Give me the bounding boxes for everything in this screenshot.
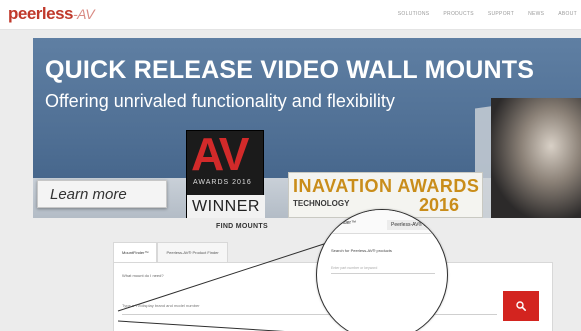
nav-item-about[interactable]: ABOUT	[558, 11, 577, 17]
av-badge-awards: AWARDS 2016	[193, 179, 252, 186]
hero-title: QUICK RELEASE VIDEO WALL MOUNTS	[45, 56, 535, 84]
search-button[interactable]	[503, 291, 539, 321]
finder-question: What mount do I need?	[122, 273, 164, 278]
logo-main: peerless	[8, 4, 74, 23]
av-awards-badge: AV AWARDS 2016 WINNER	[186, 128, 265, 218]
av-badge-letters: AV	[191, 128, 249, 180]
nav-item-products[interactable]: PRODUCTS	[443, 11, 473, 17]
tab-mountfinder[interactable]: MountFinder™	[113, 242, 158, 262]
av-badge-winner: WINNER	[187, 195, 265, 218]
search-icon	[516, 301, 526, 311]
magnifier-tabs: MountFinder™ Peerless-AV® Product	[317, 210, 447, 234]
magnifier-label: Search for Peerless-AV® products	[331, 248, 392, 253]
main-nav: SOLUTIONS PRODUCTS SUPPORT NEWS ABOUT	[398, 11, 577, 17]
hero-subtitle: Offering unrivaled functionality and fle…	[45, 91, 395, 111]
magnifier-input: Enter part number or keyword	[331, 262, 435, 274]
nav-item-news[interactable]: NEWS	[528, 11, 544, 17]
zoom-magnifier: MountFinder™ Peerless-AV® Product Search…	[316, 209, 448, 331]
nav-item-solutions[interactable]: SOLUTIONS	[398, 11, 430, 17]
tab-product-finder[interactable]: Peerless-AV® Product Finder	[157, 242, 228, 262]
site-header: peerless-AV SOLUTIONS PRODUCTS SUPPORT N…	[0, 0, 581, 30]
hero-banner: QUICK RELEASE VIDEO WALL MOUNTS Offering…	[33, 38, 581, 218]
hero-photo	[491, 98, 581, 218]
peerless-logo[interactable]: peerless-AV	[8, 4, 95, 24]
find-mounts-title: FIND MOUNTS	[216, 223, 268, 230]
learn-more-button[interactable]: Learn more	[37, 180, 167, 208]
inavation-title: INAVATION AWARDS	[293, 176, 480, 196]
nav-item-support[interactable]: SUPPORT	[488, 11, 514, 17]
inavation-tech: TECHNOLOGY	[293, 199, 350, 208]
logo-suffix: -AV	[73, 6, 95, 22]
magnifier-tab-product: Peerless-AV® Product	[387, 220, 445, 230]
magnifier-tab-mountfinder: MountFinder™	[323, 220, 357, 226]
finder-tabs: MountFinder™ Peerless-AV® Product Finder	[113, 242, 228, 262]
